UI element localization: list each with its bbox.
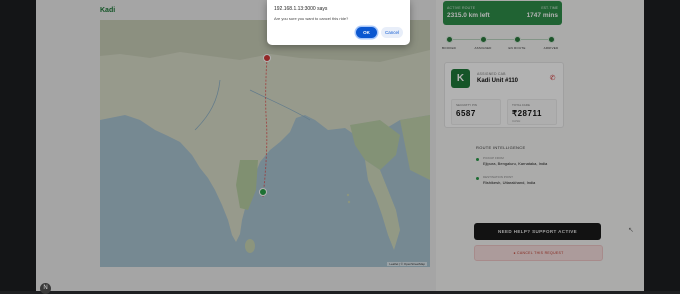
next-js-icon[interactable]: N [40, 283, 51, 294]
dialog-ok-button[interactable]: OK [356, 27, 377, 38]
mouse-cursor-icon: ↖ [628, 227, 634, 234]
dialog-title: 192.168.1.13:3000 says [274, 6, 328, 12]
dialog-cancel-button[interactable]: Cancel [381, 27, 403, 38]
dialog-message: Are you sure you want to cancel this rid… [274, 16, 349, 21]
confirm-dialog: 192.168.1.13:3000 says Are you sure you … [267, 0, 410, 45]
